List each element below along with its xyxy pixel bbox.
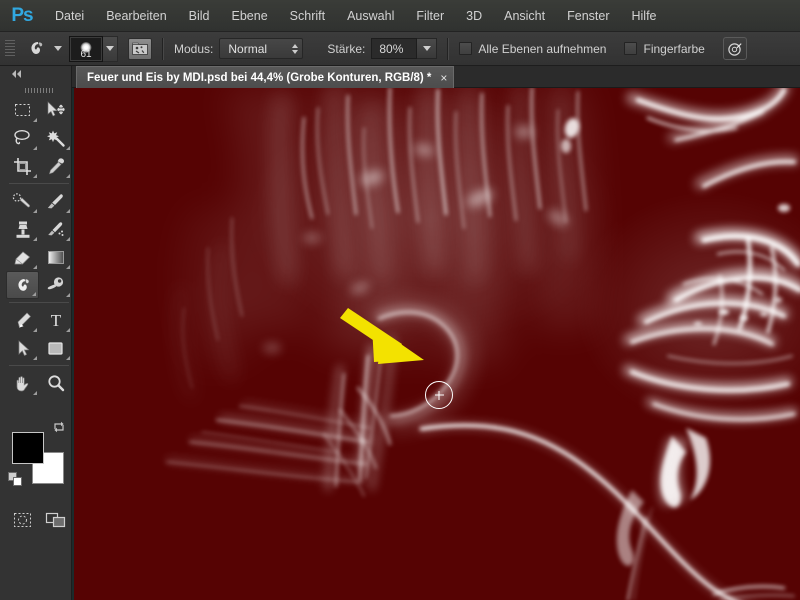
photoshop-window: Ps Datei Bearbeiten Bild Ebene Schrift A… bbox=[0, 0, 800, 600]
brush-panel-toggle-button[interactable] bbox=[128, 37, 152, 60]
tool-crop[interactable] bbox=[6, 152, 39, 180]
document-tab[interactable]: Feuer und Eis by MDI.psd bei 44,4% (Grob… bbox=[76, 66, 455, 88]
flyout-corner-icon bbox=[33, 209, 37, 213]
tool-grid: T bbox=[6, 96, 72, 397]
color-swatches bbox=[8, 421, 64, 486]
flyout-corner-icon bbox=[33, 328, 37, 332]
sample-all-layers-checkbox[interactable] bbox=[459, 42, 473, 55]
photoshop-logo-icon: Ps bbox=[11, 4, 33, 26]
flyout-corner-icon bbox=[66, 174, 70, 178]
strength-input[interactable]: 80% bbox=[371, 38, 418, 59]
tool-clone-stamp[interactable] bbox=[6, 215, 39, 243]
flyout-corner-icon bbox=[66, 328, 70, 332]
artwork-image bbox=[72, 88, 800, 600]
tool-hand[interactable] bbox=[6, 369, 39, 397]
toolbox-divider-3 bbox=[9, 365, 69, 366]
toolbox-collapse-button[interactable] bbox=[6, 66, 72, 82]
menu-item-ansicht[interactable]: Ansicht bbox=[493, 0, 556, 32]
finger-paint-label: Fingerfarbe bbox=[643, 41, 705, 56]
brush-circle-cursor bbox=[425, 381, 453, 409]
canvas-area[interactable] bbox=[72, 88, 800, 600]
tool-rectangle-shape[interactable] bbox=[39, 334, 72, 362]
screen-mode-icon[interactable] bbox=[39, 506, 72, 534]
tool-move[interactable] bbox=[39, 96, 72, 124]
tool-preset-chevron-down-icon[interactable] bbox=[51, 36, 65, 62]
mode-label: Modus: bbox=[174, 41, 214, 56]
brush-picker-chevron-down-icon[interactable] bbox=[103, 35, 118, 62]
document-tab-title: Feuer und Eis by MDI.psd bei 44,4% (Grob… bbox=[87, 71, 432, 84]
blend-mode-select[interactable]: Normal bbox=[219, 38, 304, 59]
flyout-corner-icon bbox=[33, 391, 37, 395]
options-divider-1 bbox=[162, 37, 164, 60]
flyout-corner-icon bbox=[33, 237, 37, 241]
tool-rectangular-marquee[interactable] bbox=[6, 96, 39, 124]
document-tab-bar: Feuer und Eis by MDI.psd bei 44,4% (Grob… bbox=[72, 66, 800, 88]
tool-gradient[interactable] bbox=[39, 243, 72, 271]
sample-all-layers-label: Alle Ebenen aufnehmen bbox=[478, 41, 607, 56]
menu-item-filter[interactable]: Filter bbox=[405, 0, 455, 32]
svg-text:T: T bbox=[50, 311, 61, 330]
flyout-corner-icon bbox=[66, 293, 70, 297]
flyout-corner-icon bbox=[33, 146, 37, 150]
options-divider-2 bbox=[447, 37, 450, 60]
tablet-pressure-button[interactable] bbox=[722, 37, 747, 60]
blend-mode-value: Normal bbox=[228, 41, 268, 56]
tool-path-selection[interactable] bbox=[6, 334, 39, 362]
sample-all-layers-checkbox-row[interactable]: Alle Ebenen aufnehmen bbox=[459, 42, 606, 56]
brush-size-preview[interactable]: 61 bbox=[69, 35, 103, 62]
quick-mask-icon[interactable] bbox=[6, 506, 39, 534]
foreground-color-swatch[interactable] bbox=[12, 432, 44, 464]
menu-bar: Ps Datei Bearbeiten Bild Ebene Schrift A… bbox=[0, 0, 800, 32]
close-icon[interactable]: × bbox=[440, 72, 447, 84]
tool-zoom[interactable] bbox=[39, 369, 72, 397]
menu-item-schrift[interactable]: Schrift bbox=[279, 0, 336, 32]
tool-history-brush[interactable] bbox=[39, 215, 72, 243]
tool-options-bar: 61 Modus: Normal Stärke: 80% Alle Ebenen… bbox=[0, 32, 800, 66]
menu-item-3d[interactable]: 3D bbox=[455, 0, 493, 32]
tool-smudge[interactable] bbox=[6, 271, 39, 299]
flyout-corner-icon bbox=[66, 146, 70, 150]
mode-buttons bbox=[6, 506, 72, 534]
toolbox-divider-1 bbox=[9, 183, 69, 184]
finger-paint-checkbox-row[interactable]: Fingerfarbe bbox=[624, 41, 705, 56]
smudge-tool-icon[interactable] bbox=[21, 36, 51, 62]
flyout-corner-icon bbox=[33, 265, 37, 269]
tool-healing-brush[interactable] bbox=[6, 187, 39, 215]
default-colors-icon[interactable] bbox=[8, 472, 23, 487]
strength-chevron-down-icon[interactable] bbox=[417, 38, 438, 59]
tool-magic-wand[interactable] bbox=[39, 124, 72, 152]
menu-item-datei[interactable]: Datei bbox=[44, 0, 95, 32]
flyout-corner-icon bbox=[66, 356, 70, 360]
flyout-corner-icon bbox=[33, 174, 37, 178]
tool-eyedropper[interactable] bbox=[39, 152, 72, 180]
canvas-left-border bbox=[72, 88, 74, 600]
menu-item-auswahl[interactable]: Auswahl bbox=[336, 0, 405, 32]
updown-chevron-icon bbox=[292, 43, 299, 54]
tool-dodge[interactable] bbox=[39, 271, 72, 299]
flyout-corner-icon bbox=[33, 356, 37, 360]
flyout-corner-icon bbox=[66, 265, 70, 269]
brush-size-value: 61 bbox=[80, 48, 92, 60]
finger-paint-checkbox[interactable] bbox=[624, 42, 638, 55]
tool-brush[interactable] bbox=[39, 187, 72, 215]
flyout-corner-icon bbox=[33, 118, 37, 122]
swap-colors-icon[interactable] bbox=[52, 420, 66, 434]
strength-label: Stärke: bbox=[327, 41, 366, 56]
menu-item-hilfe[interactable]: Hilfe bbox=[621, 0, 668, 32]
flyout-corner-icon bbox=[66, 209, 70, 213]
menu-item-bild[interactable]: Bild bbox=[178, 0, 221, 32]
options-bar-drag-grip[interactable] bbox=[5, 39, 15, 58]
menu-item-bearbeiten[interactable]: Bearbeiten bbox=[95, 0, 177, 32]
toolbox-drag-grip[interactable] bbox=[6, 84, 72, 96]
menu-item-fenster[interactable]: Fenster bbox=[556, 0, 620, 32]
toolbox-panel: T bbox=[0, 66, 72, 600]
tool-pen[interactable] bbox=[6, 306, 39, 334]
flyout-corner-icon bbox=[32, 292, 36, 296]
flyout-corner-icon bbox=[66, 237, 70, 241]
menu-item-ebene[interactable]: Ebene bbox=[221, 0, 279, 32]
tool-type[interactable]: T bbox=[39, 306, 72, 334]
tool-lasso[interactable] bbox=[6, 124, 39, 152]
toolbox-divider-2 bbox=[9, 302, 69, 303]
tool-eraser[interactable] bbox=[6, 243, 39, 271]
